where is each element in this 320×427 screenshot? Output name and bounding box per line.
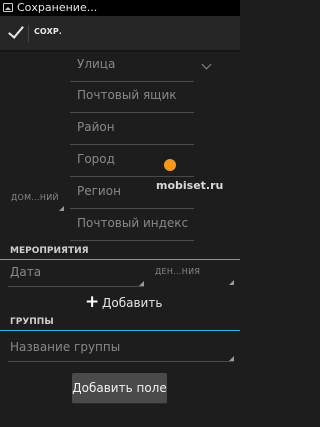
events-section-header: МЕРОПРИЯТИЯ: [0, 245, 240, 260]
plus-icon: +: [85, 292, 100, 312]
watermark: mobiset.ru: [155, 159, 235, 195]
watermark-text: mobiset.ru: [156, 179, 224, 192]
spinner-corner-icon: [59, 206, 64, 211]
street-placeholder: Улица: [77, 57, 116, 71]
events-header-text: МЕРОПРИЯТИЯ: [10, 246, 89, 256]
add-event-button[interactable]: + Добавить: [85, 292, 165, 314]
watermark-logo-icon: [164, 159, 176, 171]
region-placeholder: Регион: [77, 184, 121, 198]
event-type-spinner[interactable]: ДЕН...НИЯ: [152, 263, 234, 285]
add-field-button[interactable]: Добавить поле: [72, 373, 167, 404]
action-bar: СОХР.: [0, 16, 240, 52]
add-field-label: Добавить поле: [72, 381, 167, 395]
save-label: СОХР.: [34, 27, 62, 36]
groups-header-text: ГРУППЫ: [10, 317, 54, 327]
postal-code-field[interactable]: Почтовый индекс: [70, 209, 194, 241]
spinner-corner-icon: [229, 356, 234, 361]
district-placeholder: Район: [77, 120, 115, 134]
save-button[interactable]: СОХР.: [0, 16, 70, 50]
divider: [28, 25, 29, 42]
groups-section-header: ГРУППЫ: [0, 316, 240, 331]
postal-code-placeholder: Почтовый индекс: [77, 216, 189, 230]
date-placeholder: Дата: [10, 265, 42, 279]
check-icon: [8, 22, 24, 39]
po-box-field[interactable]: Почтовый ящик: [70, 81, 194, 113]
spinner-corner-icon: [139, 281, 144, 286]
group-name-placeholder: Название группы: [10, 340, 121, 354]
city-placeholder: Город: [77, 152, 115, 166]
po-box-placeholder: Почтовый ящик: [77, 88, 177, 102]
status-bar: Сохранение...: [0, 0, 240, 16]
group-name-field[interactable]: Название группы: [8, 335, 234, 362]
district-field[interactable]: Район: [70, 113, 194, 145]
chevron-down-icon[interactable]: [201, 59, 212, 70]
address-type-label: ДОМ...НИЙ: [11, 193, 59, 202]
street-field[interactable]: Улица: [70, 50, 194, 82]
spinner-corner-icon: [229, 280, 234, 285]
image-icon: [3, 3, 13, 12]
address-type-spinner[interactable]: ДОМ...НИЙ: [8, 189, 64, 211]
add-event-label: Добавить: [102, 296, 163, 310]
date-field[interactable]: Дата: [8, 260, 144, 287]
status-title: Сохранение...: [17, 1, 98, 14]
event-type-label: ДЕН...НИЯ: [155, 267, 201, 276]
